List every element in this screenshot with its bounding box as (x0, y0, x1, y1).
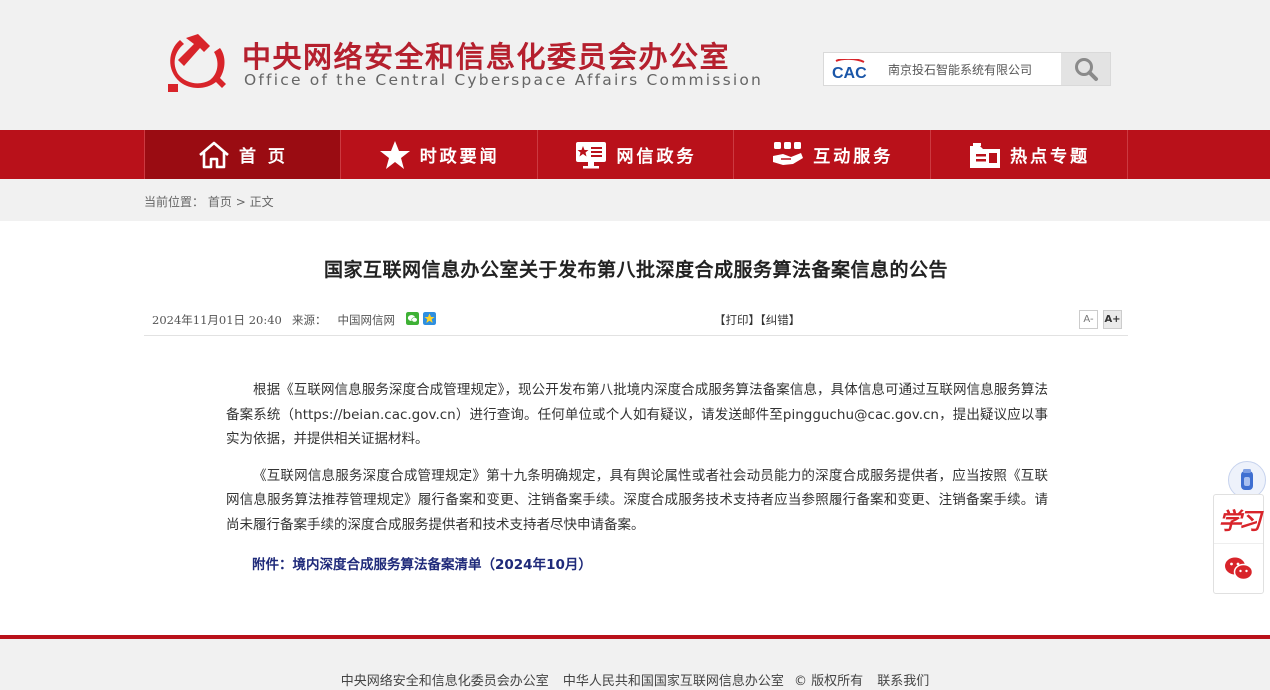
correct-link[interactable]: 【纠错】 (760, 313, 800, 327)
breadcrumb-bar: 当前位置： 首页 > 正文 (0, 179, 1270, 221)
nav-item-services[interactable]: 互动服务 (734, 130, 932, 179)
nav-label: 热点专题 (1010, 147, 1091, 167)
font-smaller-button[interactable]: A- (1079, 310, 1098, 329)
site-logo[interactable]: 中央网络安全和信息化委员会办公室 Office of the Central C… (160, 30, 764, 100)
nav-item-affairs[interactable]: 网信政务 (538, 130, 735, 179)
main-nav: 首 页 时政要闻 网信政务 互动服务 热点专题 (0, 130, 1270, 179)
article-title: 国家互联网信息办公室关于发布第八批深度合成服务算法备案信息的公告 (323, 259, 948, 281)
float-share-panel: 学习 (1213, 494, 1264, 594)
party-emblem-icon (168, 34, 226, 92)
article-date: 2024年11月01日 20:40 (152, 313, 282, 327)
wechat-button[interactable] (1214, 544, 1263, 593)
attachment-link[interactable]: 附件：境内深度合成服务算法备案清单（2024年10月） (252, 553, 592, 573)
footer-org1: 中央网络安全和信息化委员会办公室 (340, 674, 549, 689)
article-body: 根据《互联网信息服务深度合成管理规定》，现公开发布第八批境内深度合成服务算法备案… (226, 378, 1048, 549)
article-source: 来源： 中国网信网 (292, 312, 395, 328)
nav-label: 时政要闻 (419, 147, 500, 167)
footer-copyright: © 版权所有 (793, 674, 864, 689)
handshake-icon (773, 141, 804, 165)
wechat-share-icon[interactable] (406, 312, 419, 325)
nav-item-home[interactable]: 首 页 (144, 130, 341, 179)
footer-contact-link[interactable]: 联系我们 (877, 674, 929, 689)
footer-org2: 中华人民共和国国家互联网信息办公室 (562, 674, 784, 689)
source-label: 来源： (292, 313, 327, 327)
site-header: 中央网络安全和信息化委员会办公室 Office of the Central C… (0, 0, 1270, 130)
logo-title-en: Office of the Central Cyberspace Affairs… (244, 71, 764, 89)
home-icon (199, 141, 229, 168)
folder-icon (970, 142, 1001, 168)
monitor-icon (576, 141, 607, 168)
article-paragraph: 《互联网信息服务深度合成管理规定》第十九条明确规定，具有舆论属性或者社会动员能力… (226, 467, 1048, 533)
cac-badge-text: CAC (832, 65, 867, 81)
xuexi-label: 学习 (1218, 508, 1262, 535)
search-icon (1074, 58, 1098, 81)
article-actions: 【打印】【纠错】 (714, 312, 800, 328)
font-size-controls: A- A+ (1079, 310, 1122, 329)
site-footer: 中央网络安全和信息化委员会办公室 中华人民共和国国家互联网信息办公室 © 版权所有… (0, 639, 1270, 690)
wechat-icon (1224, 557, 1253, 580)
nav-label: 互动服务 (813, 147, 894, 167)
breadcrumb-prefix: 当前位置： (144, 195, 205, 209)
search-button[interactable] (1061, 53, 1110, 85)
logo-title-cn: 中央网络安全和信息化委员会办公室 (242, 40, 731, 74)
breadcrumb: 当前位置： 首页 > 正文 (144, 193, 274, 210)
font-larger-button[interactable]: A+ (1103, 310, 1122, 329)
nav-label: 网信政务 (616, 147, 697, 167)
nav-item-news[interactable]: 时政要闻 (341, 130, 538, 179)
qzone-share-icon[interactable] (423, 312, 436, 325)
breadcrumb-home-link[interactable]: 首页 (208, 195, 232, 209)
nav-label: 首 页 (238, 147, 288, 167)
star-icon (379, 140, 410, 169)
xuexi-button[interactable]: 学习 (1214, 495, 1263, 544)
search-box: CAC (823, 52, 1111, 86)
breadcrumb-separator: > (235, 195, 246, 209)
mobile-app-icon (1241, 469, 1253, 490)
search-input[interactable] (888, 53, 1060, 85)
print-link[interactable]: 【打印】 (714, 313, 760, 327)
cac-logo-icon: CAC (832, 59, 867, 81)
source-name: 中国网信网 (337, 313, 395, 327)
breadcrumb-current: 正文 (249, 195, 274, 209)
article-meta: 2024年11月01日 20:40 来源： 中国网信网 【打印】【纠错】 A- … (144, 308, 1128, 336)
nav-item-topics[interactable]: 热点专题 (931, 130, 1128, 179)
footer-text: 中央网络安全和信息化委员会办公室 中华人民共和国国家互联网信息办公室 © 版权所有… (0, 670, 1270, 689)
article-paragraph: 根据《互联网信息服务深度合成管理规定》，现公开发布第八批境内深度合成服务算法备案… (226, 382, 1048, 447)
share-buttons (406, 312, 436, 325)
